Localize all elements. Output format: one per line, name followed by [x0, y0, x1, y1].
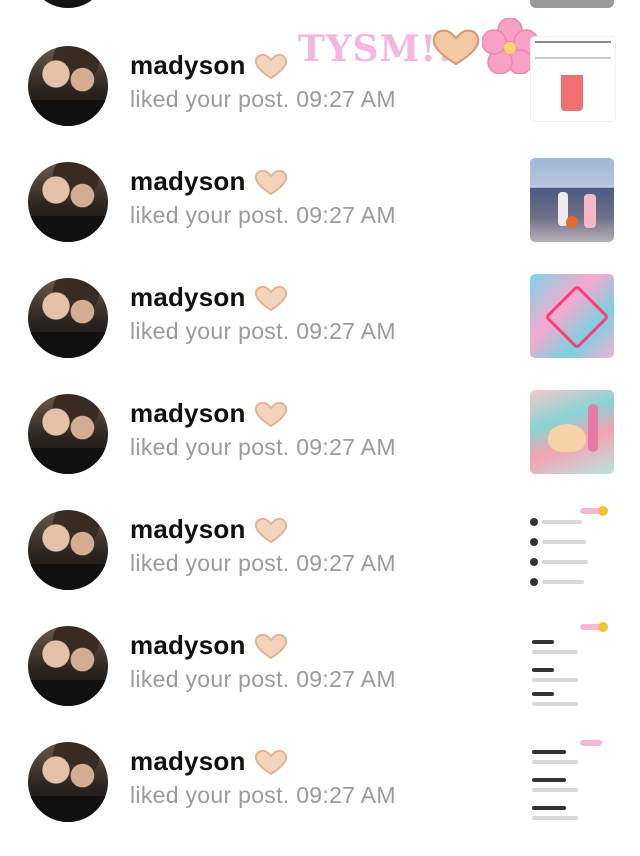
post-thumbnail[interactable]	[530, 506, 614, 590]
timestamp: 09:27 AM	[296, 318, 396, 344]
message: liked your post.	[130, 86, 290, 112]
heart-hands-icon	[254, 53, 288, 80]
post-thumbnail[interactable]	[530, 158, 614, 242]
list-item[interactable]: madyson liked your post. 09:27 AM	[0, 388, 640, 504]
post-thumbnail[interactable]	[530, 738, 614, 822]
star-shape	[544, 284, 610, 350]
avatar[interactable]	[28, 626, 108, 706]
post-thumbnail[interactable]	[530, 0, 614, 8]
list-item[interactable]: madyson liked your post. 09:27 AM	[0, 620, 640, 736]
list-item[interactable]: madyson liked your post. 09:27 AM	[0, 736, 640, 852]
notification-text: liked your post. 09:27 AM	[130, 666, 396, 693]
list-item[interactable]: madyson liked your post. 09:27 AM	[0, 36, 640, 156]
list-item[interactable]: madyson liked your post. 09:27 AM	[0, 156, 640, 272]
avatar[interactable]	[28, 162, 108, 242]
avatar-dot	[530, 538, 538, 546]
notification-text: liked your post. 09:27 AM	[130, 318, 396, 345]
timestamp: 09:27 AM	[296, 86, 396, 112]
avatar[interactable]	[28, 510, 108, 590]
username[interactable]: madyson	[130, 514, 246, 545]
avatar[interactable]	[28, 0, 108, 8]
text-line	[532, 668, 554, 672]
seahorse-shape	[588, 404, 598, 452]
text-line	[542, 560, 588, 564]
notification-text: liked your post. 09:27 AM	[130, 550, 396, 577]
username[interactable]: madyson	[130, 398, 246, 429]
text-line	[542, 580, 584, 584]
heart-hands-icon	[254, 401, 288, 428]
avatar-dot	[530, 558, 538, 566]
text-line	[532, 650, 578, 654]
username[interactable]: madyson	[130, 50, 246, 81]
heart-hands-icon	[254, 285, 288, 312]
notification-text: liked your post. 09:27 AM	[130, 782, 396, 809]
timestamp: 09:27 AM	[296, 550, 396, 576]
sticker-tag	[580, 740, 602, 746]
text-line	[542, 520, 582, 524]
avatar[interactable]	[28, 742, 108, 822]
text-line	[532, 760, 578, 764]
perfume-bottle	[561, 67, 583, 111]
text-line	[532, 750, 566, 754]
message: liked your post.	[130, 550, 290, 576]
heart-hands-icon	[254, 169, 288, 196]
timestamp: 09:27 AM	[296, 666, 396, 692]
avatar-dot	[530, 578, 538, 586]
message: liked your post.	[130, 434, 290, 460]
text-line	[532, 806, 566, 810]
list-item[interactable]: madyson liked your post. 09:27 AM	[0, 504, 640, 620]
list-item[interactable]: madyson liked your post. 09:27 AM	[0, 272, 640, 388]
text-line	[532, 788, 578, 792]
timestamp: 09:27 AM	[296, 202, 396, 228]
username[interactable]: madyson	[130, 282, 246, 313]
text-line	[532, 640, 554, 644]
username[interactable]: madyson	[130, 166, 246, 197]
message: liked your post.	[130, 318, 290, 344]
username[interactable]: madyson	[130, 746, 246, 777]
post-thumbnail[interactable]	[530, 274, 614, 358]
text-line	[532, 778, 566, 782]
smile-icon	[598, 506, 608, 516]
post-thumbnail[interactable]	[530, 390, 614, 474]
notification-feed: TYSM!! madyson liked your post. 09:27 AM	[0, 0, 640, 856]
message: liked your post.	[130, 666, 290, 692]
text-line	[542, 540, 586, 544]
product-label-lines	[535, 41, 611, 59]
timestamp: 09:27 AM	[296, 434, 396, 460]
message: liked your post.	[130, 202, 290, 228]
post-thumbnail[interactable]	[530, 622, 614, 706]
avatar-dot	[530, 518, 538, 526]
notification-text: liked your post. 09:27 AM	[130, 434, 396, 461]
basketball	[566, 216, 578, 228]
post-thumbnail[interactable]	[530, 36, 616, 122]
text-line	[532, 678, 578, 682]
notification-text: liked your post. 09:27 AM	[130, 86, 396, 113]
username[interactable]: madyson	[130, 630, 246, 661]
text-line	[532, 692, 554, 696]
timestamp: 09:27 AM	[296, 782, 396, 808]
shell-shape	[548, 424, 586, 452]
message: liked your post.	[130, 782, 290, 808]
person-figure	[584, 194, 596, 228]
heart-hands-icon	[254, 517, 288, 544]
notification-text: liked your post. 09:27 AM	[130, 202, 396, 229]
avatar[interactable]	[28, 278, 108, 358]
avatar[interactable]	[28, 46, 108, 126]
heart-hands-icon	[254, 749, 288, 776]
avatar[interactable]	[28, 394, 108, 474]
heart-hands-icon	[254, 633, 288, 660]
text-line	[532, 702, 578, 706]
smile-icon	[598, 622, 608, 632]
text-line	[532, 816, 578, 820]
